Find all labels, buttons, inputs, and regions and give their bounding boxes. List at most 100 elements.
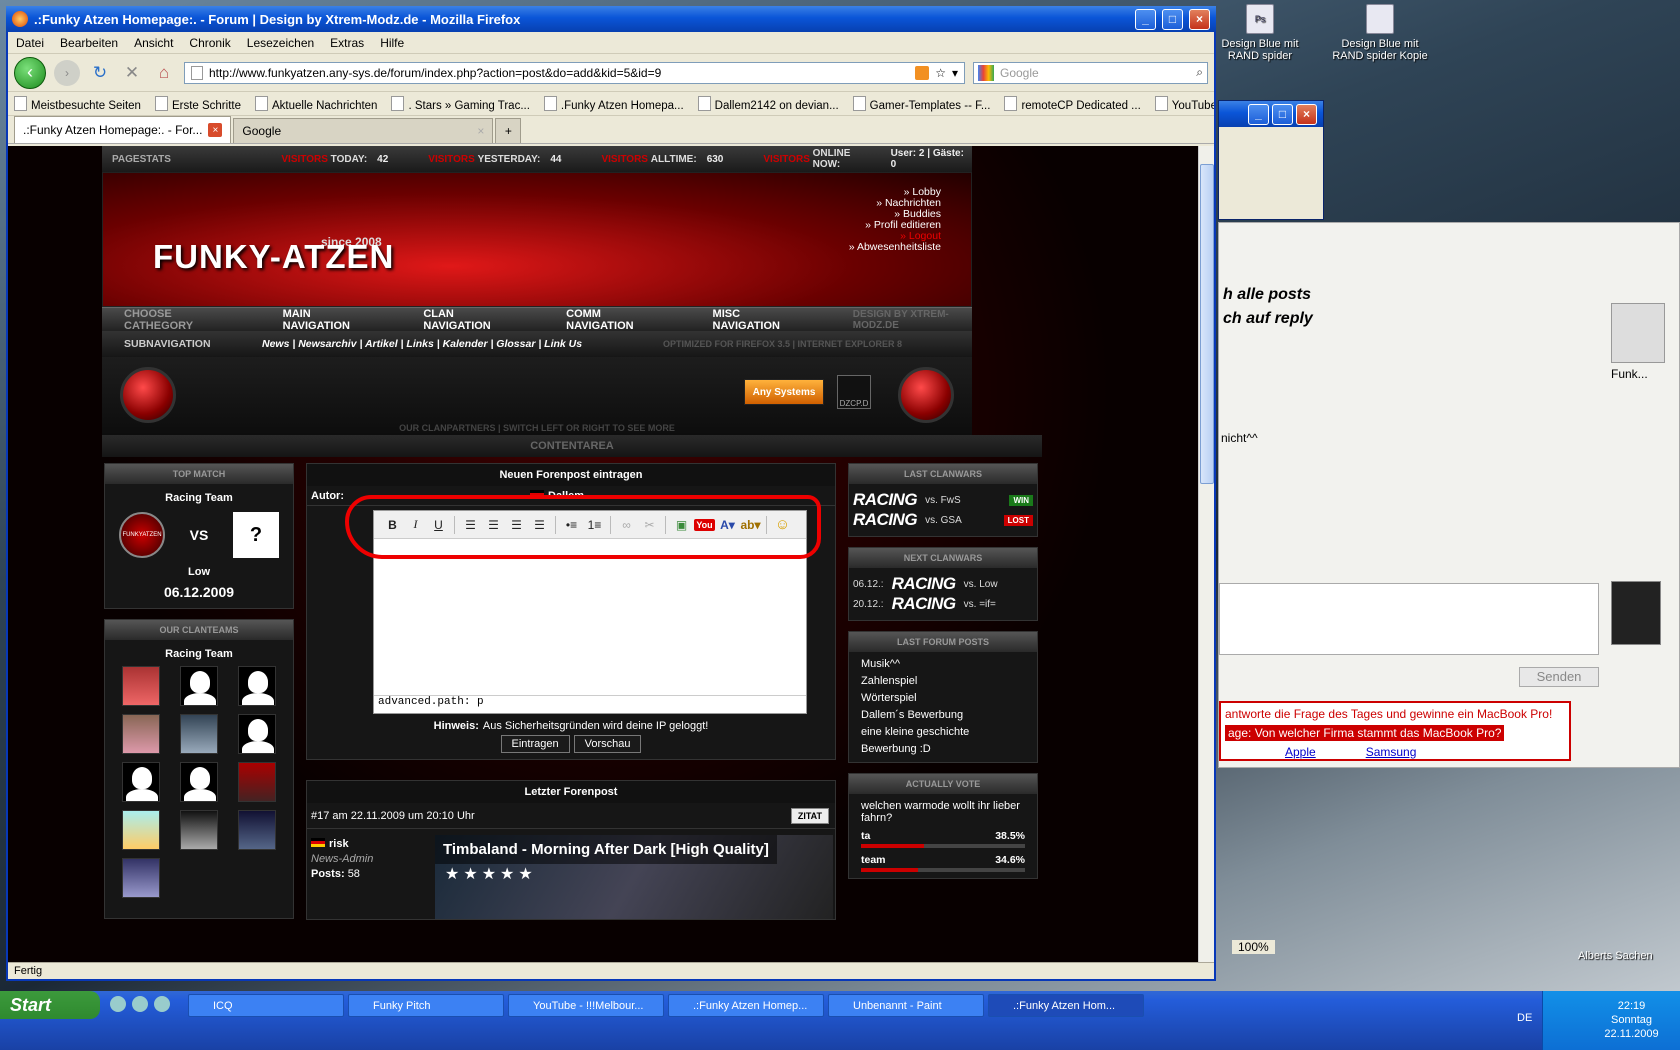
contact-name[interactable]: Funk... — [1611, 367, 1648, 381]
nav-main[interactable]: MAIN NAVIGATION — [283, 308, 366, 332]
vertical-scrollbar[interactable] — [1198, 146, 1214, 964]
quicklaunch-icon[interactable] — [132, 996, 148, 1012]
chevron-down-icon[interactable]: ▾ — [952, 66, 958, 80]
start-button[interactable]: Start — [0, 991, 100, 1019]
quicklaunch-icon[interactable] — [154, 996, 170, 1012]
member-avatar[interactable] — [238, 666, 276, 706]
member-avatar[interactable] — [238, 810, 276, 850]
preview-button[interactable]: Vorschau — [573, 735, 642, 753]
member-avatar[interactable] — [122, 714, 160, 754]
partner-any-systems[interactable]: Any Systems — [744, 379, 824, 405]
desktop-icon-alberts[interactable]: Alberts Sachen — [1578, 950, 1653, 962]
reload-icon[interactable]: ↻ — [88, 61, 112, 85]
google-icon[interactable] — [978, 64, 994, 81]
scroll-left-orb-icon[interactable] — [120, 367, 176, 423]
bookmark-item[interactable]: YouTube - !!!Melbour... — [1155, 96, 1214, 112]
subnav-links[interactable]: News | Newsarchiv | Artikel | Links | Ka… — [262, 338, 582, 350]
minimize-icon[interactable]: _ — [1248, 103, 1269, 125]
member-avatar[interactable] — [238, 762, 276, 802]
menu-lesezeichen[interactable]: Lesezeichen — [247, 36, 314, 50]
clanwar-row[interactable]: 06.12.: RACING vs. Low — [849, 574, 1037, 594]
menu-hilfe[interactable]: Hilfe — [380, 36, 404, 50]
forum-post-link[interactable]: Musik^^ — [861, 656, 1025, 673]
member-avatar[interactable] — [238, 714, 276, 754]
post-author[interactable]: risk — [329, 838, 349, 850]
member-avatar[interactable] — [122, 762, 160, 802]
quiz-option-apple[interactable]: Apple — [1285, 745, 1316, 759]
member-avatar[interactable] — [180, 810, 218, 850]
task-funky-atzen-ie[interactable]: .:Funky Atzen Homep... — [668, 994, 824, 1017]
firefox-window[interactable]: .:Funky Atzen Homepage:. - Forum | Desig… — [6, 6, 1216, 981]
member-avatar[interactable] — [122, 666, 160, 706]
task-youtube[interactable]: YouTube - !!!Melbour... — [508, 994, 664, 1017]
forum-post-link[interactable]: eine kleine geschichte — [861, 724, 1025, 741]
task-paint[interactable]: Unbenannt - Paint — [828, 994, 984, 1017]
clanwar-row[interactable]: RACING vs. FwS WIN — [849, 490, 1037, 510]
quote-button[interactable]: ZITAT — [790, 807, 829, 824]
forum-post-link[interactable]: Dallem´s Bewerbung — [861, 707, 1025, 724]
member-avatar[interactable] — [180, 762, 218, 802]
forum-post-link[interactable]: Wörterspiel — [861, 690, 1025, 707]
tab-google[interactable]: Google × — [233, 118, 494, 143]
close-icon[interactable]: × — [1296, 103, 1317, 125]
nav-comm[interactable]: COMM NAVIGATION — [566, 308, 654, 332]
bookmark-item[interactable]: Gamer-Templates -- F... — [853, 96, 991, 112]
bookmark-item[interactable]: Dallem2142 on devian... — [698, 96, 839, 112]
site-logo[interactable]: FUNKY-ATZEN — [153, 238, 394, 276]
title-bar[interactable]: .:Funky Atzen Homepage:. - Forum | Desig… — [6, 6, 1216, 32]
language-indicator[interactable]: DE — [1517, 1011, 1532, 1025]
member-avatar[interactable] — [122, 810, 160, 850]
desktop-icon-design-blue[interactable]: Ps Design Blue mit RAND spider — [1205, 4, 1315, 62]
task-funky-pitch[interactable]: Funky Pitch — [348, 994, 504, 1017]
menu-chronik[interactable]: Chronik — [189, 36, 230, 50]
send-button[interactable]: Senden — [1519, 667, 1599, 687]
clock-time[interactable]: 22:19 — [1583, 999, 1680, 1013]
search-input[interactable]: Google ⌕ — [973, 61, 1208, 84]
usermenu-absence-list[interactable]: » Abwesenheitsliste — [849, 242, 941, 253]
submit-button[interactable]: Eintragen — [500, 735, 570, 753]
menu-extras[interactable]: Extras — [330, 36, 364, 50]
quicklaunch-icon[interactable] — [110, 996, 126, 1012]
star-icon[interactable]: ☆ — [935, 66, 946, 80]
vote-option-label[interactable]: ta — [861, 830, 870, 842]
tab-funky-atzen[interactable]: .:Funky Atzen Homepage:. - For... × — [14, 116, 232, 143]
task-funky-atzen-firefox[interactable]: .:Funky Atzen Hom... — [988, 994, 1144, 1017]
forward-arrow-icon[interactable]: › — [54, 59, 80, 86]
minimize-icon[interactable]: _ — [1135, 8, 1156, 30]
vote-option-label[interactable]: team — [861, 854, 886, 866]
scrollbar-thumb[interactable] — [1200, 164, 1214, 484]
menu-datei[interactable]: Datei — [16, 36, 44, 50]
bookmark-item[interactable]: Erste Schritte — [155, 96, 241, 112]
url-bar[interactable]: http://www.funkyatzen.any-sys.de/forum/i… — [184, 61, 965, 84]
bg-window-icq-chat[interactable]: h alle posts ch auf reply nicht^^ Senden… — [1218, 222, 1680, 768]
clanwar-row[interactable]: 20.12.: RACING vs. =if= — [849, 594, 1037, 614]
forum-post-link[interactable]: Bewerbung :D — [861, 741, 1025, 758]
new-tab-button[interactable]: + — [495, 118, 522, 143]
chat-input[interactable] — [1219, 583, 1599, 655]
url-text[interactable]: http://www.funkyatzen.any-sys.de/forum/i… — [209, 66, 909, 80]
scroll-right-orb-icon[interactable] — [898, 367, 954, 423]
post-text-area[interactable] — [374, 539, 806, 695]
bookmark-item[interactable]: remoteCP Dedicated ... — [1004, 96, 1140, 112]
menu-bearbeiten[interactable]: Bearbeiten — [60, 36, 118, 50]
clanwar-row[interactable]: RACING vs. GSA LOST — [849, 510, 1037, 530]
nav-clan[interactable]: CLAN NAVIGATION — [423, 308, 508, 332]
task-icq[interactable]: ICQ — [188, 994, 344, 1017]
forum-post-link[interactable]: Zahlenspiel — [861, 673, 1025, 690]
bookmark-item[interactable]: Meistbesuchte Seiten — [14, 96, 141, 112]
home-icon[interactable]: ⌂ — [152, 61, 176, 85]
maximize-icon[interactable]: □ — [1162, 8, 1183, 30]
maximize-icon[interactable]: □ — [1272, 103, 1293, 125]
video-title[interactable]: Timbaland - Morning After Dark [High Qua… — [435, 835, 777, 864]
nav-misc[interactable]: MISC NAVIGATION — [713, 308, 795, 332]
bookmark-item[interactable]: Aktuelle Nachrichten — [255, 96, 377, 112]
close-icon[interactable]: × — [477, 124, 484, 138]
close-icon[interactable]: × — [208, 123, 223, 137]
member-avatar[interactable] — [180, 714, 218, 754]
member-avatar[interactable] — [122, 858, 160, 898]
stop-icon[interactable]: ✕ — [120, 61, 144, 85]
search-icon[interactable]: ⌕ — [1196, 65, 1203, 80]
embedded-video[interactable]: Timbaland - Morning After Dark [High Qua… — [435, 835, 833, 919]
menu-ansicht[interactable]: Ansicht — [134, 36, 173, 50]
bookmark-item[interactable]: . Stars » Gaming Trac... — [391, 96, 529, 112]
